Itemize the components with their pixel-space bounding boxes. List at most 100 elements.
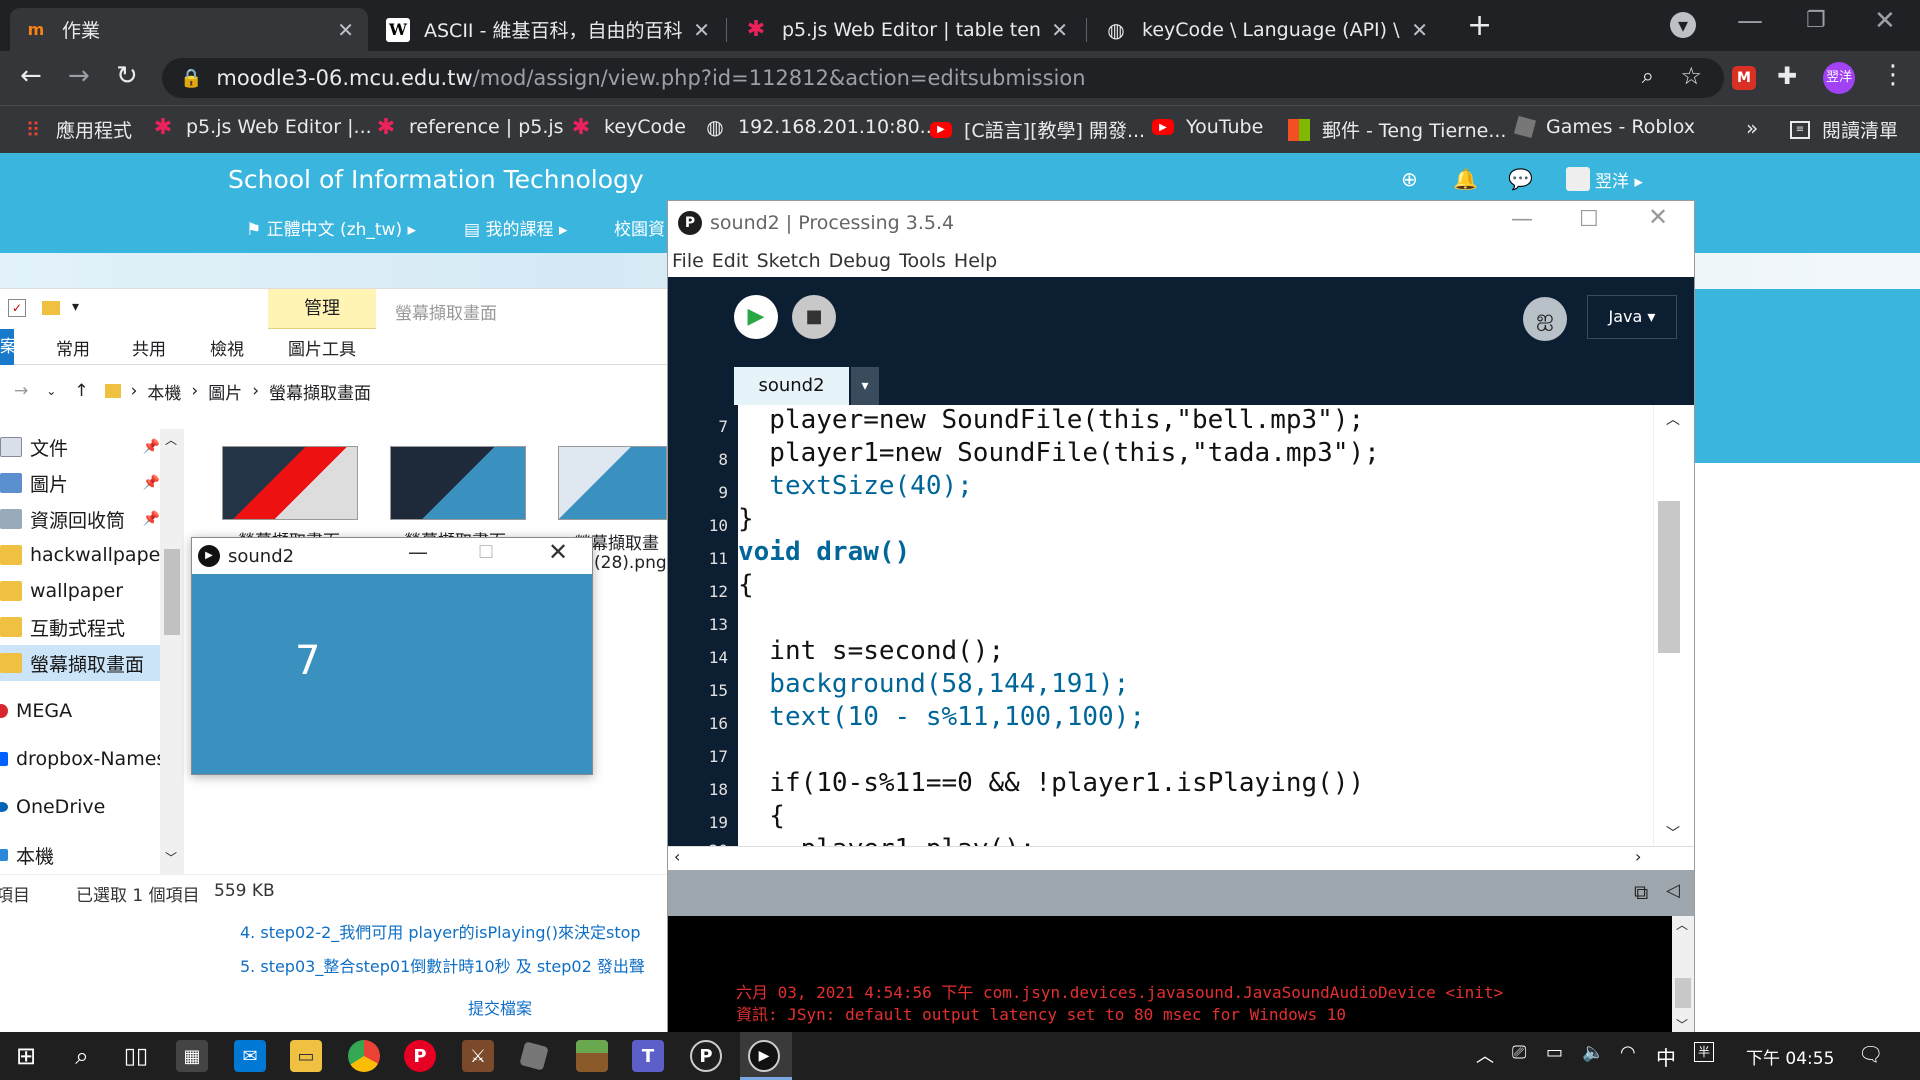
bookmark-keycode[interactable]: ✱ keyCode [570, 115, 686, 140]
extensions-puzzle-icon[interactable]: ✚ [1777, 62, 1797, 90]
back-arrow-icon[interactable]: ← [20, 61, 42, 91]
mail-icon[interactable]: ✉ [234, 1040, 266, 1072]
minecraft-icon[interactable] [576, 1040, 608, 1072]
close-icon[interactable]: ✕ [548, 538, 568, 566]
bookmark-star-icon[interactable]: ☆ [1680, 62, 1702, 90]
chat-icon[interactable]: 💬 [1508, 167, 1533, 191]
properties-icon[interactable]: ✓ [8, 299, 26, 317]
battery-icon[interactable]: ▭ [1546, 1042, 1563, 1063]
my-courses-menu[interactable]: ▤ 我的課程 ▸ [464, 215, 567, 240]
run-button[interactable]: ▶ [734, 295, 778, 339]
back-arrow-icon[interactable]: → [14, 381, 28, 401]
code-editor[interactable]: 7 8 9 10 11 12 13 14 15 16 17 18 19 20 p… [668, 405, 1694, 851]
address-bar[interactable]: 🔒 moodle3-06.mcu.edu.tw /mod/assign/view… [162, 58, 1724, 98]
ribbon-manage[interactable]: 管理 [268, 289, 376, 329]
tab-search-icon[interactable]: ▾ [1670, 12, 1696, 38]
tab-menu-button[interactable]: ▾ [851, 367, 879, 405]
scroll-down-icon[interactable]: ﹀ [1676, 1016, 1688, 1033]
bookmark-p5js-editor[interactable]: ✱ p5.js Web Editor |... [152, 115, 372, 140]
breadcrumb-this-pc[interactable]: 本機 [147, 379, 181, 404]
close-icon[interactable]: ✕ [1411, 18, 1428, 42]
bookmark-youtube[interactable]: ▶ YouTube [1152, 116, 1263, 138]
zoom-search-icon[interactable]: ⌕ [1642, 64, 1654, 89]
start-icon[interactable]: ⊞ [10, 1040, 42, 1072]
console-output[interactable]: 六月 03, 2021 4:54:56 下午 com.jsyn.devices.… [668, 916, 1694, 1033]
bookmarks-overflow[interactable]: » [1746, 116, 1758, 140]
step-link-5[interactable]: 5. step03_整合step01倒數計時10秒 及 step02 發出聲 [240, 953, 645, 977]
site-title[interactable]: School of Information Technology [228, 165, 644, 194]
scrollbar-thumb[interactable] [1658, 501, 1680, 653]
new-tab-button[interactable]: + [1467, 8, 1492, 43]
file-explorer-icon[interactable]: ▭ [290, 1040, 322, 1072]
close-icon[interactable]: ✕ [693, 18, 710, 42]
sketch-tab[interactable]: sound2 [734, 367, 849, 405]
wifi-icon[interactable]: ◠ [1620, 1042, 1636, 1063]
menu-file[interactable]: File [672, 250, 704, 272]
nav-dropbox[interactable]: dropbox-Namesp [0, 741, 178, 777]
nav-mega[interactable]: MEGA [0, 693, 72, 729]
console-scrollbar[interactable]: ︿ ﹀ [1672, 916, 1694, 1033]
scroll-right-icon[interactable]: › [1635, 847, 1641, 866]
nav-interactive[interactable]: 互動式程式 [0, 609, 125, 645]
dropdown-icon[interactable]: ▾ [72, 299, 79, 315]
nav-documents[interactable]: 文件 📌 [0, 429, 160, 465]
minimize-icon[interactable]: — [1511, 207, 1533, 232]
pinterest-icon[interactable]: P [404, 1040, 436, 1072]
close-icon[interactable]: ✕ [337, 18, 354, 42]
profile-avatar[interactable]: 翌洋 [1823, 62, 1855, 94]
task-view-icon[interactable]: ▯▯ [120, 1040, 152, 1072]
ribbon-tab-share[interactable]: 共用 [132, 335, 166, 360]
minimize-icon[interactable]: — [1737, 6, 1763, 36]
bookmark-local-server[interactable]: ◍ 192.168.201.10:80... [704, 115, 938, 139]
breadcrumb-pictures[interactable]: 圖片 [208, 379, 242, 404]
teams-icon[interactable]: T [632, 1040, 664, 1072]
copy-console-icon[interactable]: ⧉ [1634, 880, 1648, 904]
up-arrow-icon[interactable]: ↑ [74, 381, 88, 401]
bookmark-apps[interactable]: ⠿ 應用程式 [22, 116, 132, 143]
campus-menu[interactable]: 校園資 [614, 215, 665, 240]
close-icon[interactable]: ✕ [1648, 203, 1668, 231]
nav-pictures[interactable]: 圖片 📌 [0, 465, 160, 501]
scrollbar-thumb[interactable] [1675, 978, 1691, 1008]
user-avatar[interactable] [1566, 167, 1590, 191]
search-icon[interactable]: ⌕ [66, 1040, 98, 1072]
menu-sketch[interactable]: Sketch [757, 250, 821, 272]
chrome-icon[interactable] [348, 1040, 380, 1072]
minimize-icon[interactable]: — [408, 540, 428, 564]
nav-this-pc[interactable]: 本機 [0, 837, 54, 873]
scroll-left-icon[interactable]: ‹ [674, 847, 680, 866]
editor-horizontal-scrollbar[interactable]: ‹ › [668, 846, 1694, 870]
scroll-down-icon[interactable]: ﹀ [165, 849, 177, 866]
stop-button[interactable]: ■ [792, 295, 836, 339]
menu-tools[interactable]: Tools [899, 250, 946, 272]
menu-debug[interactable]: Debug [829, 250, 891, 272]
tab-keycode[interactable]: ◍ keyCode \ Language (API) \ Proc ✕ [1090, 8, 1442, 51]
bell-icon[interactable]: 🔔 [1453, 167, 1478, 191]
nav-scrollbar[interactable]: ︿ ﹀ [160, 429, 184, 874]
file-thumbnail[interactable] [390, 446, 526, 520]
ribbon-tab-view[interactable]: 檢視 [210, 335, 244, 360]
recent-dropdown-icon[interactable]: ⌄ [46, 384, 56, 398]
chrome-menu-icon[interactable]: ⋮ [1880, 60, 1906, 90]
reading-list-button[interactable]: ≡ 閱讀清單 [1790, 116, 1898, 143]
scroll-up-icon[interactable]: ︿ [1676, 916, 1688, 933]
nav-wallpaper[interactable]: wallpaper [0, 573, 123, 609]
editor-vertical-scrollbar[interactable]: ︿ ﹀ [1653, 405, 1694, 846]
user-menu[interactable]: 翌洋 ▸ [1595, 167, 1643, 192]
nav-hackwallpaper[interactable]: hackwallpaper [0, 537, 168, 573]
bookmark-p5js-reference[interactable]: ✱ reference | p5.js [375, 115, 564, 140]
ribbon-tab-file[interactable]: 案 [0, 329, 14, 365]
code-area[interactable]: player=new SoundFile(this,"bell.mp3"); p… [738, 405, 1653, 846]
close-icon[interactable]: ✕ [1051, 18, 1068, 42]
breadcrumb-screenshots[interactable]: 螢幕擷取畫面 [269, 379, 371, 404]
bookmark-c-tutorial[interactable]: ▶ [C語言][教學] 開發... [930, 116, 1145, 143]
settings-icon[interactable]: ⊕ [1401, 167, 1418, 191]
volume-icon[interactable]: 🔈 [1582, 1042, 1604, 1063]
bookmark-mail[interactable]: 郵件 - Teng Tierne... [1288, 116, 1506, 143]
menu-edit[interactable]: Edit [712, 250, 749, 272]
window-close-icon[interactable]: ✕ [1874, 6, 1896, 36]
tray-chevron-icon[interactable]: ︿ [1476, 1042, 1494, 1068]
bookmark-roblox[interactable]: Games - Roblox [1513, 115, 1695, 139]
maximize-icon[interactable]: ☐ [478, 542, 494, 563]
tab-p5js-table-tennis[interactable]: ✱ p5.js Web Editor | table tennis ✕ [730, 8, 1082, 51]
